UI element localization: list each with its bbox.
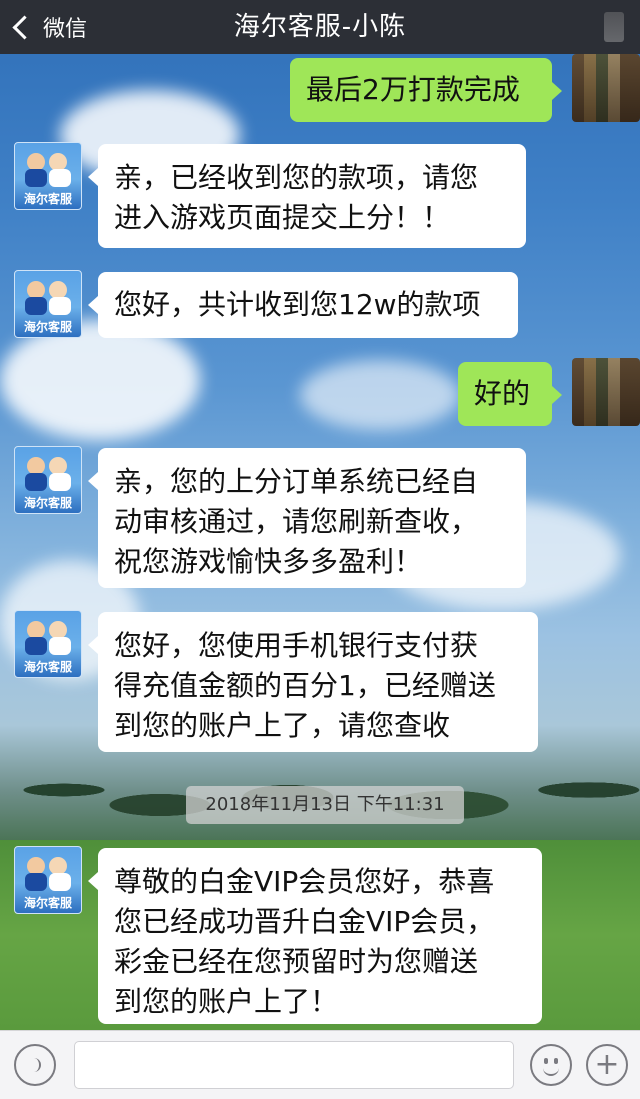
message-line: 动审核通过，请您刷新查收， (114, 505, 479, 538)
chat-screen: 微信 海尔客服-小陈 最后2万打款完成 海尔客服 亲，已经收到您的款项，请您 进… (0, 0, 640, 1099)
message-text: 最后2万打款完成 (306, 73, 520, 106)
message-bubble-incoming[interactable]: 尊敬的白金VIP会员您好，恭喜 您已经成功晋升白金VIP会员， 彩金已经在您预留… (88, 848, 542, 1024)
avatar-label: 海尔客服 (23, 660, 72, 674)
agent-avatar[interactable]: 海尔客服 (14, 610, 82, 678)
agent-avatar[interactable]: 海尔客服 (14, 142, 82, 210)
plus-icon: + (594, 1047, 620, 1082)
message-input[interactable] (74, 1041, 514, 1089)
message-line: 亲，您的上分订单系统已经自 (114, 465, 479, 498)
avatar-label: 海尔客服 (23, 496, 72, 510)
message-text: 好的 (474, 377, 531, 410)
input-bar: + (0, 1030, 640, 1099)
message-line: 得充值金额的百分1，已经赠送 (114, 669, 496, 702)
message-text: 您好，共计收到您12w的款项 (114, 288, 481, 321)
user-avatar[interactable] (572, 54, 640, 122)
message-line: 彩金已经在您预留时为您赠送 (114, 945, 479, 978)
message-line: 您好，您使用手机银行支付获 (114, 629, 479, 662)
cloud (300, 360, 460, 430)
message-bubble-incoming[interactable]: 您好，您使用手机银行支付获 得充值金额的百分1，已经赠送 到您的账户上了，请您查… (88, 612, 538, 752)
plus-button[interactable]: + (586, 1044, 628, 1086)
agent-avatar[interactable]: 海尔客服 (14, 446, 82, 514)
avatar-label: 海尔客服 (23, 896, 72, 910)
message-line: 到您的账户上了，请您查收 (114, 709, 451, 742)
message-line: 您已经成功晋升白金VIP会员， (114, 905, 495, 938)
profile-icon[interactable] (604, 12, 624, 42)
message-line: 祝您游戏愉快多多盈利！ (114, 545, 423, 578)
avatar-label: 海尔客服 (23, 192, 72, 206)
agent-avatar[interactable]: 海尔客服 (14, 270, 82, 338)
voice-icon (29, 1058, 41, 1072)
message-bubble-outgoing[interactable]: 最后2万打款完成 (290, 58, 562, 122)
chat-title: 海尔客服-小陈 (233, 12, 407, 42)
timestamp: 2018年11月13日 下午11:31 (186, 786, 464, 824)
message-bubble-incoming[interactable]: 您好，共计收到您12w的款项 (88, 272, 518, 338)
emoji-button[interactable] (530, 1044, 572, 1086)
message-line: 亲，已经收到您的款项，请您 (114, 161, 479, 194)
message-bubble-outgoing[interactable]: 好的 (458, 362, 562, 426)
user-avatar[interactable] (572, 358, 640, 426)
message-bubble-incoming[interactable]: 亲，您的上分订单系统已经自 动审核通过，请您刷新查收， 祝您游戏愉快多多盈利！ (88, 448, 526, 588)
avatar-label: 海尔客服 (23, 320, 72, 334)
message-line: 到您的账户上了！ (114, 985, 339, 1018)
cloud (0, 320, 200, 440)
message-bubble-incoming[interactable]: 亲，已经收到您的款项，请您 进入游戏页面提交上分！！ (88, 144, 526, 248)
voice-button[interactable] (14, 1044, 56, 1086)
message-line: 尊敬的白金VIP会员您好，恭喜 (114, 865, 495, 898)
navigation-bar: 微信 海尔客服-小陈 (0, 0, 640, 54)
emoji-icon (538, 1052, 564, 1078)
message-line: 进入游戏页面提交上分！！ (114, 201, 451, 234)
agent-avatar[interactable]: 海尔客服 (14, 846, 82, 914)
